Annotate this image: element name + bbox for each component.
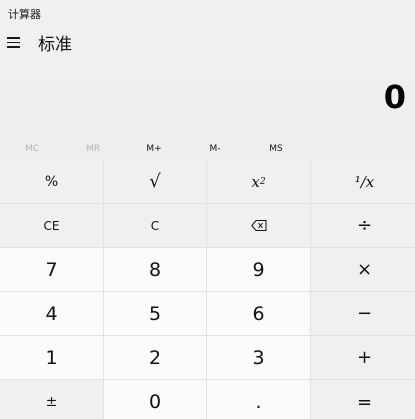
digit-9-button[interactable]: 9: [207, 248, 310, 291]
clear-button[interactable]: C: [104, 204, 206, 247]
memory-store-button[interactable]: MS: [254, 138, 298, 160]
memory-row: MC MR M+ M- MS: [0, 138, 415, 160]
minus-button[interactable]: −: [311, 292, 415, 335]
digit-0-button[interactable]: 0: [104, 380, 206, 419]
memory-clear-button[interactable]: MC: [10, 138, 54, 160]
digit-3-button[interactable]: 3: [207, 336, 310, 379]
square-button[interactable]: x2: [207, 160, 310, 203]
keypad: % √ x2 ¹∕x CE C ÷ 7 8 9 × 4 5 6 − 1 2 3 …: [0, 160, 415, 419]
digit-4-button[interactable]: 4: [0, 292, 103, 335]
digit-8-button[interactable]: 8: [104, 248, 206, 291]
clear-entry-button[interactable]: CE: [0, 204, 103, 247]
memory-add-button[interactable]: M+: [132, 138, 176, 160]
memory-subtract-button[interactable]: M-: [193, 138, 237, 160]
plus-button[interactable]: +: [311, 336, 415, 379]
title-bar: 计算器: [0, 0, 415, 28]
multiply-button[interactable]: ×: [311, 248, 415, 291]
digit-1-button[interactable]: 1: [0, 336, 103, 379]
reciprocal-button[interactable]: ¹∕x: [311, 160, 415, 203]
negate-button[interactable]: ±: [0, 380, 103, 419]
backspace-icon: [250, 220, 266, 231]
digit-2-button[interactable]: 2: [104, 336, 206, 379]
divide-button[interactable]: ÷: [311, 204, 415, 247]
square-exponent: 2: [259, 176, 266, 187]
square-base: x: [251, 172, 260, 191]
digit-7-button[interactable]: 7: [0, 248, 103, 291]
hamburger-menu-icon[interactable]: [4, 30, 24, 54]
mode-title: 标准: [38, 35, 72, 55]
digit-5-button[interactable]: 5: [104, 292, 206, 335]
digit-6-button[interactable]: 6: [207, 292, 310, 335]
window-title: 计算器: [8, 8, 41, 21]
decimal-button[interactable]: .: [207, 380, 310, 419]
backspace-button[interactable]: [207, 204, 310, 247]
percent-button[interactable]: %: [0, 160, 103, 203]
equals-button[interactable]: =: [311, 380, 415, 419]
app-header: 标准: [0, 28, 415, 58]
square-root-button[interactable]: √: [104, 160, 206, 203]
memory-recall-button[interactable]: MR: [71, 138, 115, 160]
result-display: 0: [383, 78, 406, 116]
calculator-window: 计算器 标准 0 MC MR M+ M- MS % √ x2 ¹∕x CE C: [0, 0, 415, 419]
